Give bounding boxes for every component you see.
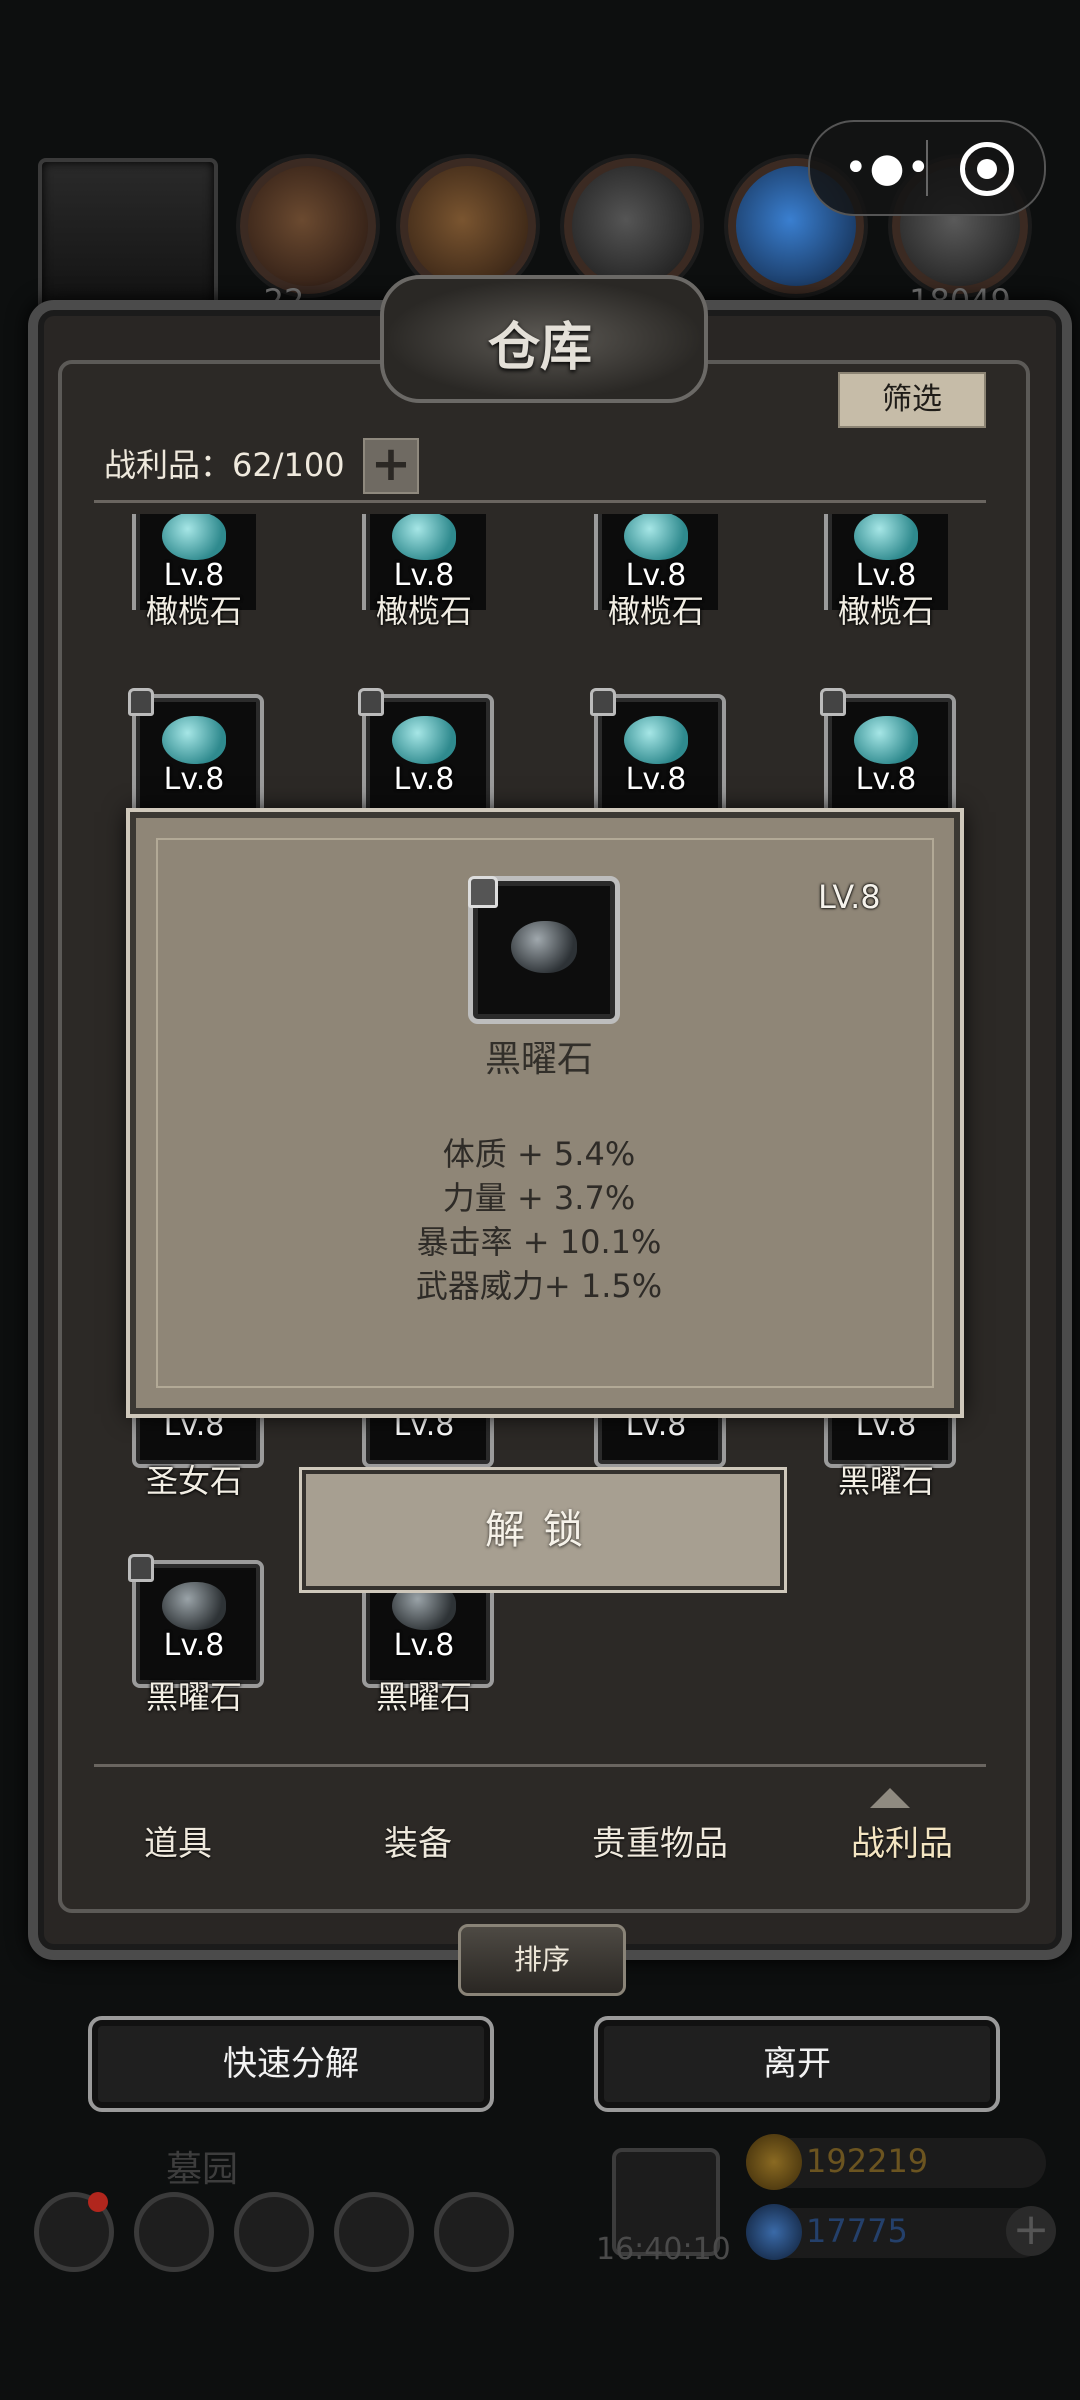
lock-icon (128, 688, 154, 716)
item-name: 黑曜石 (837, 1462, 934, 1500)
item-level: Lv.8 (393, 1628, 455, 1663)
plus-icon[interactable]: + (363, 438, 419, 494)
inventory-item[interactable]: Lv.8 (128, 1554, 264, 1688)
divider-bottom (94, 1764, 986, 1767)
target-circle-icon[interactable] (960, 142, 1014, 196)
item-name: 黑曜石 (145, 1678, 242, 1716)
stat-line: 体质 + 5.4% (442, 1135, 636, 1173)
olivine-gem-icon (162, 716, 226, 764)
gold-amount: 192219 (806, 2142, 929, 2180)
lock-icon (820, 688, 846, 716)
stat-line: 武器威力+ 1.5% (415, 1267, 663, 1305)
gem-currency-icon (746, 2204, 802, 2260)
item-name: 橄榄石 (607, 592, 704, 630)
olivine-gem-icon (392, 716, 456, 764)
more-dots-icon[interactable]: •●• (844, 144, 930, 192)
capsule-divider (926, 140, 928, 196)
obsidian-gem-icon (162, 1582, 226, 1630)
player-avatar[interactable] (38, 158, 218, 316)
location-label: 墓园 (166, 2149, 239, 2190)
mail-icon[interactable] (334, 2192, 414, 2272)
item-level: Lv.8 (163, 762, 225, 797)
lock-icon (128, 1554, 154, 1582)
item-level: Lv.8 (163, 1628, 225, 1663)
popup-item-level: LV.8 (818, 878, 881, 916)
plank-resource-icon (400, 158, 536, 294)
olivine-gem-icon (624, 716, 688, 764)
wood-resource-icon (240, 158, 376, 294)
olivine-gem-icon (624, 514, 688, 560)
lock-icon (358, 688, 384, 716)
inventory-item[interactable]: Lv.8 (128, 688, 264, 822)
popup-stats: 体质 + 5.4% 力量 + 3.7% 暴击率 + 10.1% 武器威力+ 1.… (130, 1132, 948, 1308)
lock-icon (590, 688, 616, 716)
olivine-gem-icon (162, 514, 226, 560)
filter-button[interactable]: 筛选 (838, 372, 986, 428)
tab-loot[interactable]: 战利品 (802, 1816, 1002, 1865)
inventory-item[interactable]: Lv.8 (820, 688, 956, 822)
quick-dismantle-button[interactable]: 快速分解 (88, 2016, 494, 2112)
lock-icon (468, 876, 498, 908)
loot-count: 战利品：62/100 (104, 446, 345, 484)
item-level: Lv.8 (393, 762, 455, 797)
tab-props[interactable]: 道具 (78, 1816, 278, 1865)
star-icon[interactable] (134, 2192, 214, 2272)
olivine-gem-icon (392, 514, 456, 560)
unlock-button[interactable]: 解锁 (302, 1470, 784, 1590)
notification-dot (88, 2192, 108, 2212)
item-name: 橄榄石 (837, 592, 934, 630)
popup-item-name: 黑曜石 (484, 1039, 593, 1080)
olivine-gem-icon (854, 716, 918, 764)
category-tabs: 道具 装备 贵重物品 战利品 (70, 1780, 1010, 1900)
miniprogram-capsule: •●• (808, 120, 1046, 216)
stat-line: 力量 + 3.7% (442, 1179, 636, 1217)
item-name: 圣女石 (145, 1462, 242, 1500)
gold-coin-icon (746, 2134, 802, 2190)
gift-timer: 16:40:10 (596, 2232, 731, 2267)
inventory-item[interactable]: Lv.8 (358, 688, 494, 822)
gem-amount: 17775 (806, 2212, 908, 2250)
character-icon[interactable] (234, 2192, 314, 2272)
active-tab-indicator (870, 1768, 910, 1808)
warehouse-title: 仓库 (487, 317, 592, 378)
item-name: 橄榄石 (375, 592, 472, 630)
item-level: Lv.8 (855, 762, 917, 797)
stat-line: 暴击率 + 10.1% (416, 1223, 662, 1261)
add-currency-icon[interactable]: + (1006, 2206, 1056, 2256)
item-name: 黑曜石 (375, 1678, 472, 1716)
item-name: 橄榄石 (145, 592, 242, 630)
tab-equipment[interactable]: 装备 (318, 1816, 518, 1865)
divider-top (94, 500, 986, 503)
leave-button[interactable]: 离开 (594, 2016, 1000, 2112)
tab-valuables[interactable]: 贵重物品 (560, 1816, 760, 1865)
olivine-gem-icon (854, 514, 918, 560)
shop-icon[interactable] (434, 2192, 514, 2272)
iron-resource-icon (564, 158, 700, 294)
obsidian-gem-icon (511, 921, 577, 973)
item-level: Lv.8 (625, 762, 687, 797)
sort-button[interactable]: 排序 (458, 1924, 626, 1996)
inventory-item[interactable]: Lv.8 (590, 688, 726, 822)
